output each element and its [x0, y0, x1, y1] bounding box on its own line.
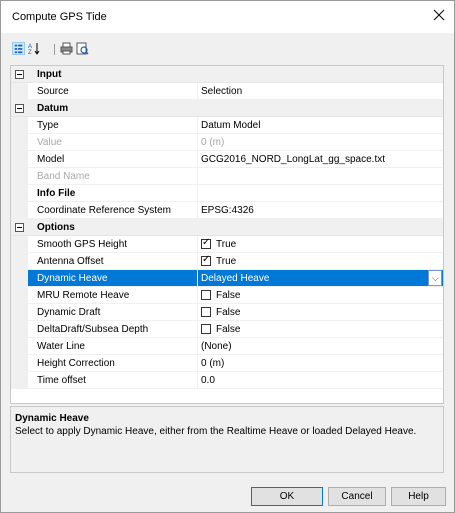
- property-row-crs[interactable]: Coordinate Reference System EPSG:4326: [11, 202, 443, 219]
- property-name: Value: [37, 137, 62, 148]
- property-name: Height Correction: [37, 358, 115, 369]
- property-row-info-file[interactable]: Info File: [11, 185, 443, 202]
- checkbox[interactable]: [201, 237, 211, 249]
- property-row-water-line[interactable]: Water Line (None): [11, 338, 443, 355]
- property-value[interactable]: 0.0: [201, 375, 215, 386]
- property-name: Coordinate Reference System: [37, 205, 171, 216]
- help-button[interactable]: Help: [391, 487, 446, 506]
- property-row-model[interactable]: Model GCG2016_NORD_LongLat_gg_space.txt: [11, 151, 443, 168]
- property-value: False: [216, 307, 241, 318]
- checkbox[interactable]: [201, 290, 211, 300]
- property-row-source[interactable]: Source Selection: [11, 83, 443, 100]
- property-value[interactable]: (None): [201, 341, 232, 352]
- property-value[interactable]: 0 (m): [201, 358, 224, 369]
- property-row-antenna-offset[interactable]: Antenna Offset True: [11, 253, 443, 270]
- category-label: Input: [37, 69, 62, 80]
- collapse-icon[interactable]: [15, 223, 24, 232]
- category-label: Datum: [37, 103, 69, 114]
- property-name: DeltaDraft/Subsea Depth: [37, 324, 149, 335]
- property-name: Water Line: [37, 341, 85, 352]
- property-row-time-offset[interactable]: Time offset 0.0: [11, 372, 443, 389]
- property-name: Type: [37, 120, 59, 131]
- collapse-icon[interactable]: [15, 70, 24, 79]
- description-text: Select to apply Dynamic Heave, either fr…: [15, 426, 417, 437]
- property-value: True: [216, 256, 237, 267]
- checkbox[interactable]: [201, 324, 211, 334]
- property-name: Dynamic Draft: [37, 307, 101, 318]
- property-row-band-name[interactable]: Band Name: [11, 168, 443, 185]
- property-value[interactable]: Datum Model: [201, 120, 260, 131]
- window-title: Compute GPS Tide: [12, 11, 107, 23]
- property-row-value[interactable]: Value 0 (m): [11, 134, 443, 151]
- property-name: Dynamic Heave: [37, 273, 108, 284]
- property-name: Time offset: [37, 375, 86, 386]
- cancel-button[interactable]: Cancel: [328, 487, 386, 506]
- property-grid[interactable]: Input Source Selection Datum Type Datum …: [10, 65, 444, 404]
- print-preview-icon[interactable]: [76, 42, 89, 55]
- print-icon[interactable]: [60, 42, 73, 55]
- property-row-smooth-gps-height[interactable]: Smooth GPS Height True: [11, 236, 443, 253]
- property-name: Antenna Offset: [37, 256, 104, 267]
- property-name: MRU Remote Heave: [37, 290, 130, 301]
- property-value: True: [216, 239, 237, 250]
- category-datum[interactable]: Datum: [11, 100, 443, 117]
- property-name: Smooth GPS Height: [37, 239, 128, 250]
- property-name: Info File: [37, 188, 76, 199]
- property-value[interactable]: Selection: [201, 86, 242, 97]
- description-panel: Dynamic Heave Select to apply Dynamic He…: [10, 406, 444, 473]
- title-bar: Compute GPS Tide: [1, 1, 454, 33]
- property-value[interactable]: GCG2016_NORD_LongLat_gg_space.txt: [201, 154, 385, 165]
- sort-alpha-icon[interactable]: A Z: [28, 42, 41, 55]
- dropdown-button[interactable]: ⌵: [428, 270, 442, 286]
- svg-text:Z: Z: [28, 50, 32, 55]
- checkbox[interactable]: [201, 254, 211, 266]
- description-title: Dynamic Heave: [15, 413, 89, 424]
- property-name: Model: [37, 154, 65, 165]
- property-value: 0 (m): [201, 137, 225, 148]
- categorized-icon[interactable]: [12, 42, 25, 55]
- ok-button[interactable]: OK: [251, 487, 323, 506]
- property-row-mru-remote-heave[interactable]: MRU Remote Heave False: [11, 287, 443, 304]
- property-value[interactable]: EPSG:4326: [201, 205, 254, 216]
- property-value: False: [216, 290, 241, 301]
- category-input[interactable]: Input: [11, 66, 443, 83]
- property-row-height-correction[interactable]: Height Correction 0 (m): [11, 355, 443, 372]
- property-value: False: [216, 324, 241, 335]
- compute-gps-tide-dialog: Compute GPS Tide A Z Input Source Select…: [0, 0, 455, 513]
- property-grid-toolbar: A Z: [1, 35, 454, 63]
- chevron-down-icon: ⌵: [432, 273, 439, 283]
- collapse-icon[interactable]: [15, 104, 24, 113]
- property-name: Source: [37, 86, 69, 97]
- property-name: Band Name: [37, 171, 90, 182]
- property-row-dynamic-draft[interactable]: Dynamic Draft False: [11, 304, 443, 321]
- close-icon[interactable]: [432, 8, 446, 22]
- checkbox[interactable]: [201, 307, 211, 317]
- category-label: Options: [37, 222, 75, 233]
- toolbar-separator: [54, 44, 55, 55]
- property-value[interactable]: Delayed Heave: [201, 273, 269, 284]
- property-row-dynamic-heave[interactable]: Dynamic Heave Delayed Heave ⌵: [11, 270, 443, 287]
- property-row-type[interactable]: Type Datum Model: [11, 117, 443, 134]
- property-row-deltadraft-subsea-depth[interactable]: DeltaDraft/Subsea Depth False: [11, 321, 443, 338]
- category-options[interactable]: Options: [11, 219, 443, 236]
